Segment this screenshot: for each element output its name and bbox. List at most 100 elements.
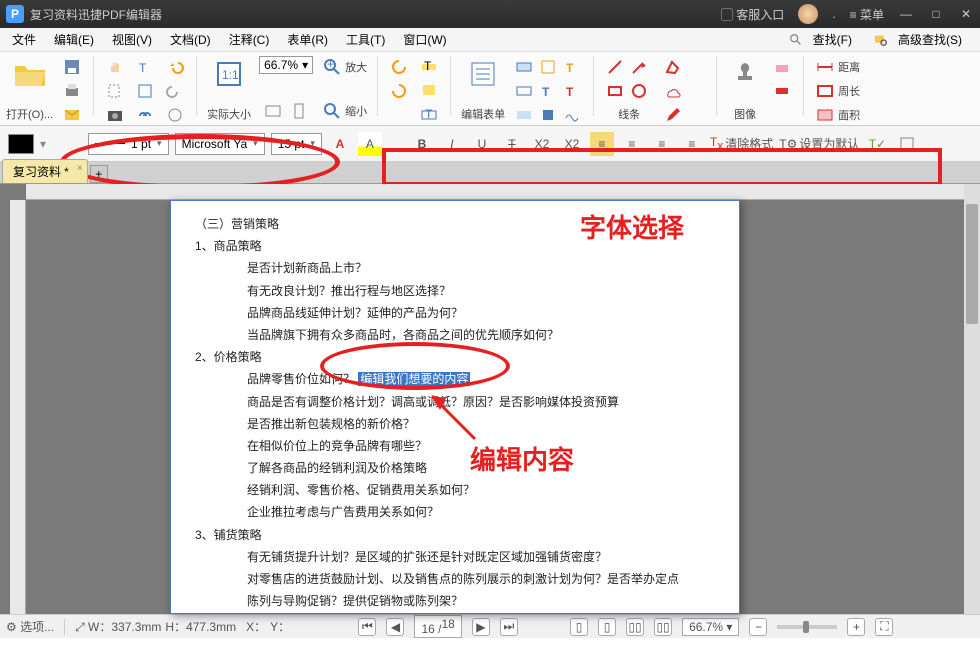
textbox-icon[interactable]: T (418, 104, 440, 126)
rotate-right-icon[interactable] (388, 80, 410, 102)
select-icon[interactable] (104, 80, 126, 102)
fullscreen-button[interactable]: ⛶ (875, 618, 893, 636)
redo-icon[interactable] (164, 80, 186, 102)
form-square-icon[interactable] (537, 104, 559, 126)
tab-document[interactable]: 复习资料 *× (2, 159, 88, 183)
redact-icon[interactable] (771, 80, 793, 102)
app-logo: P (6, 5, 24, 23)
eraser2-icon[interactable] (771, 56, 793, 78)
stroke-width-combo[interactable]: 1 pt▾ (88, 133, 169, 155)
zoom-combo[interactable]: 66.7%▾ (259, 56, 313, 74)
form-check-icon[interactable] (537, 56, 559, 78)
open-icon[interactable] (12, 56, 48, 92)
superscript-button[interactable]: X2 (560, 132, 584, 156)
perimeter-icon[interactable] (814, 80, 836, 102)
edit-object-icon[interactable] (134, 80, 156, 102)
fit-width-icon[interactable] (262, 100, 284, 122)
italic-button[interactable]: I (440, 132, 464, 156)
menu-window[interactable]: 窗口(W) (395, 29, 454, 50)
menu-edit[interactable]: 编辑(E) (46, 29, 102, 50)
menu-document[interactable]: 文档(D) (162, 29, 219, 50)
options-button[interactable]: ⚙ 选项... (6, 618, 54, 635)
fill-color-swatch[interactable] (8, 134, 34, 154)
highlight-icon[interactable]: T (418, 56, 440, 78)
font-color-icon[interactable]: A (328, 132, 352, 156)
hand-icon[interactable] (104, 56, 126, 78)
line-icon[interactable] (604, 56, 626, 78)
poly-icon[interactable] (662, 56, 684, 78)
minimize-button[interactable]: ― (898, 7, 914, 21)
rect-icon[interactable] (604, 80, 626, 102)
lines-label: 线条 (618, 106, 640, 122)
menu-comment[interactable]: 注释(C) (221, 29, 278, 50)
format-bar: ▾ 1 pt▾ Microsoft Ya▾ 15 pt▾ A A B I U T… (0, 126, 980, 162)
pencil-icon[interactable] (662, 104, 684, 126)
zoom-out-button[interactable]: − (749, 618, 767, 636)
close-button[interactable]: ✕ (958, 7, 974, 21)
user-avatar[interactable] (798, 4, 818, 24)
mail-icon[interactable] (61, 104, 83, 126)
menu-file[interactable]: 文件 (4, 29, 44, 50)
tab-close-icon[interactable]: × (77, 163, 83, 174)
area-icon[interactable] (814, 104, 836, 126)
snapshot-icon[interactable] (104, 104, 126, 126)
note-icon[interactable] (418, 80, 440, 102)
bold-button[interactable]: B (410, 132, 434, 156)
pdf-page[interactable]: （三）营销策略 1、商品策略 是否计划新商品上市？ 有无改良计划？推出行程与地区… (170, 200, 740, 614)
zoom-in-button[interactable]: + (847, 618, 865, 636)
find-button[interactable]: 查找(F) (783, 27, 866, 52)
advanced-find-button[interactable]: 高级查找(S) (868, 27, 976, 52)
menu-form[interactable]: 表单(R) (279, 29, 336, 50)
align-left-button[interactable]: ≡ (590, 132, 614, 156)
rotate-left-icon[interactable] (388, 56, 410, 78)
subscript-button[interactable]: X2 (530, 132, 554, 156)
align-center-button[interactable]: ≡ (620, 132, 644, 156)
arrow-icon[interactable] (628, 56, 650, 78)
edit-text-icon[interactable]: T (134, 56, 156, 78)
form-radio-icon[interactable] (513, 80, 535, 102)
support-link[interactable]: ▢ 客服入口 (721, 6, 784, 23)
stamp-icon[interactable] (727, 56, 763, 92)
maximize-button[interactable]: □ (928, 7, 944, 21)
font-family-combo[interactable]: Microsoft Ya▾ (175, 133, 265, 155)
selected-text[interactable]: 编辑我们想要的内容 (358, 372, 470, 386)
form-text2-icon[interactable]: T (537, 80, 559, 102)
circle-icon[interactable] (628, 80, 650, 102)
cloud-icon[interactable] (662, 80, 684, 102)
form-yellow-icon[interactable]: T (561, 56, 583, 78)
zoom-out-icon[interactable] (321, 100, 343, 122)
edit-form-icon[interactable] (465, 56, 501, 92)
menu-view[interactable]: 视图(V) (104, 29, 160, 50)
form-sig-icon[interactable] (561, 104, 583, 126)
zoom-in-icon[interactable]: + (321, 56, 343, 78)
highlight-color-icon[interactable]: A (358, 132, 382, 156)
vertical-scrollbar[interactable] (964, 184, 980, 614)
fit-page-icon[interactable] (288, 100, 310, 122)
actual-size-icon[interactable]: 1:1 (211, 56, 247, 92)
main-menu-button[interactable]: ≡ 菜单 (850, 6, 884, 23)
align-right-button[interactable]: ≡ (650, 132, 674, 156)
set-default-button[interactable]: T⚙设置为默认 (779, 132, 859, 156)
align-justify-button[interactable]: ≡ (680, 132, 704, 156)
font-size-combo[interactable]: 15 pt▾ (271, 133, 322, 155)
form-red-icon[interactable]: T (561, 80, 583, 102)
text-check-button[interactable]: T✓ (865, 132, 889, 156)
underline-button[interactable]: U (470, 132, 494, 156)
menu-tools[interactable]: 工具(T) (338, 29, 393, 50)
title-bar: P 复习资料迅捷PDF编辑器 ▢ 客服入口 . ≡ 菜单 ― □ ✕ (0, 0, 980, 28)
tool3-icon[interactable] (164, 104, 186, 126)
strike-button[interactable]: T (500, 132, 524, 156)
svg-text:+: + (327, 57, 334, 71)
add-tab-button[interactable]: + (90, 165, 108, 183)
print-icon[interactable] (61, 80, 83, 102)
undo-icon[interactable] (164, 56, 186, 78)
properties-button[interactable] (895, 132, 919, 156)
save-icon[interactable] (61, 56, 83, 78)
clear-format-button[interactable]: Tx清除格式 (710, 132, 773, 156)
form-blue2-icon[interactable] (513, 104, 535, 126)
distance-icon[interactable] (814, 56, 836, 78)
form-text-icon[interactable] (513, 56, 535, 78)
link-icon[interactable] (134, 104, 156, 126)
zoom-slider[interactable] (777, 625, 837, 629)
document-tabs: 复习资料 *× + (0, 162, 980, 184)
